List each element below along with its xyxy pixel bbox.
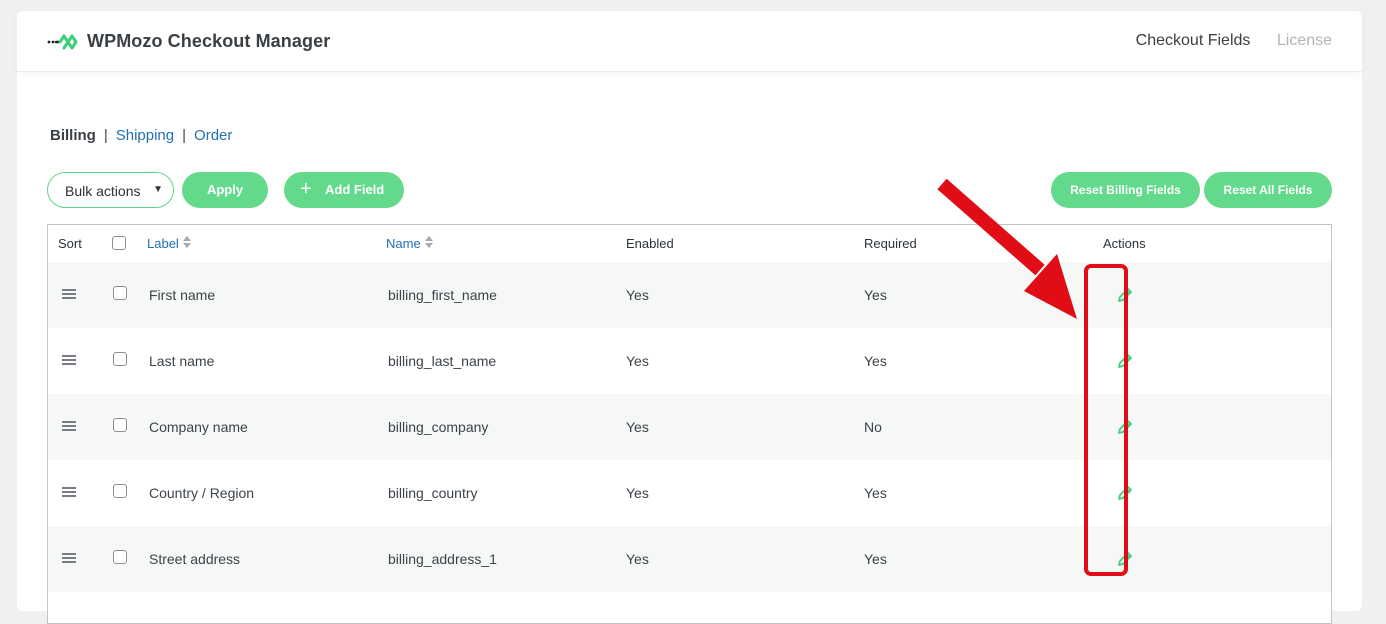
- app-title: WPMozo Checkout Manager: [87, 31, 331, 51]
- cell-label: Company name: [149, 419, 248, 435]
- cell-required: Yes: [864, 485, 887, 501]
- header-label-text: Label: [147, 236, 179, 251]
- header-name[interactable]: Name: [386, 236, 434, 251]
- drag-handle-icon[interactable]: [62, 487, 76, 497]
- reset-billing-fields-button[interactable]: Reset Billing Fields: [1051, 172, 1200, 208]
- select-all-checkbox[interactable]: [112, 236, 126, 250]
- add-field-button[interactable]: + Add Field: [284, 172, 404, 208]
- tab-order[interactable]: Order: [194, 127, 232, 144]
- section-tabs: Billing | Shipping | Order: [50, 127, 232, 144]
- tab-separator: |: [103, 127, 108, 144]
- tab-shipping[interactable]: Shipping: [116, 127, 174, 144]
- tab-separator: |: [182, 127, 187, 144]
- cell-name: billing_company: [388, 419, 489, 435]
- cell-label: Country / Region: [149, 485, 255, 501]
- cell-name: billing_first_name: [388, 287, 497, 303]
- table-row: Company name billing_company Yes No: [48, 394, 1331, 460]
- table-row: First name billing_first_name Yes Yes: [48, 262, 1331, 328]
- table-row: Street address billing_address_1 Yes Yes: [48, 526, 1331, 592]
- bulk-actions-select[interactable]: Bulk actions ▼: [47, 172, 174, 208]
- apply-button[interactable]: Apply: [182, 172, 268, 208]
- top-nav: Checkout Fields License: [1114, 32, 1332, 50]
- drag-handle-icon[interactable]: [62, 355, 76, 365]
- tab-billing[interactable]: Billing: [50, 127, 96, 144]
- header-actions: Actions: [1103, 236, 1146, 251]
- drag-handle-icon[interactable]: [62, 421, 76, 431]
- fields-table: Sort Label Name Enabled Required Actions…: [47, 224, 1332, 624]
- header-label[interactable]: Label: [147, 236, 192, 251]
- row-checkbox[interactable]: [113, 484, 127, 498]
- add-field-label: Add Field: [325, 182, 385, 197]
- cell-name: billing_country: [388, 485, 478, 501]
- nav-license[interactable]: License: [1277, 32, 1332, 49]
- drag-handle-icon[interactable]: [62, 553, 76, 563]
- header-sort: Sort: [58, 236, 82, 251]
- cell-enabled: Yes: [626, 551, 649, 567]
- header-required: Required: [864, 236, 917, 251]
- row-checkbox[interactable]: [113, 286, 127, 300]
- header-name-text: Name: [386, 236, 421, 251]
- table-row: Country / Region billing_country Yes Yes: [48, 460, 1331, 526]
- cell-required: Yes: [864, 287, 887, 303]
- row-checkbox[interactable]: [113, 418, 127, 432]
- main-card: WPMozo Checkout Manager Checkout Fields …: [17, 11, 1362, 624]
- sort-arrows-icon: [424, 236, 434, 250]
- table-header: Sort Label Name Enabled Required Actions: [48, 225, 1331, 263]
- app-header: WPMozo Checkout Manager Checkout Fields …: [17, 11, 1362, 72]
- cell-name: billing_address_1: [388, 551, 497, 567]
- row-checkbox[interactable]: [113, 550, 127, 564]
- bulk-actions-value: Bulk actions: [65, 183, 141, 199]
- cell-label: Last name: [149, 353, 215, 369]
- row-checkbox[interactable]: [113, 352, 127, 366]
- annotation-highlight-box: [1084, 264, 1128, 576]
- cell-label: Street address: [149, 551, 241, 567]
- cell-name: billing_last_name: [388, 353, 497, 369]
- drag-handle-icon[interactable]: [62, 289, 76, 299]
- caret-down-icon: ▼: [153, 184, 163, 195]
- cell-enabled: Yes: [626, 485, 649, 501]
- cell-required: Yes: [864, 551, 887, 567]
- cell-label: First name: [149, 287, 216, 303]
- cell-enabled: Yes: [626, 419, 649, 435]
- nav-checkout-fields[interactable]: Checkout Fields: [1136, 32, 1251, 49]
- plus-icon: +: [300, 178, 312, 200]
- sort-arrows-icon: [182, 236, 192, 250]
- table-row: Last name billing_last_name Yes Yes: [48, 328, 1331, 394]
- header-enabled: Enabled: [626, 236, 674, 251]
- reset-all-fields-button[interactable]: Reset All Fields: [1204, 172, 1332, 208]
- cell-enabled: Yes: [626, 353, 649, 369]
- cell-required: No: [864, 419, 882, 435]
- cell-enabled: Yes: [626, 287, 649, 303]
- cell-required: Yes: [864, 353, 887, 369]
- brand-logo-icon: [47, 34, 78, 50]
